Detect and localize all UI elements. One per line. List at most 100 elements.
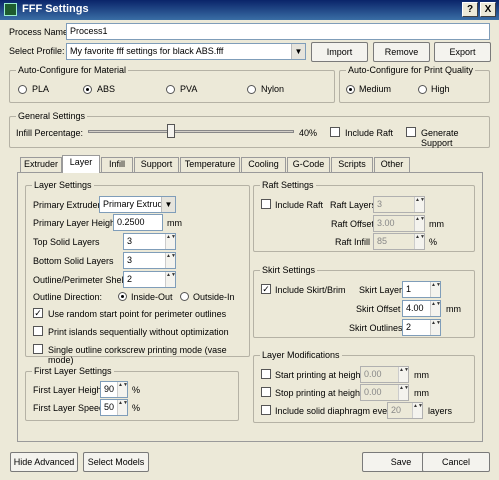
diaphragm-checkbox[interactable]: [261, 405, 271, 415]
spinner-arrows-icon[interactable]: ▲▼: [414, 234, 424, 249]
radio-outside-in[interactable]: [180, 292, 189, 301]
layer-tab-pane: Layer Settings Primary Extruder Primary …: [17, 172, 483, 442]
include-skirt-checkbox[interactable]: ✓: [261, 284, 271, 294]
outline-shells-value: 2: [127, 274, 133, 284]
layer-settings-group: Layer Settings Primary Extruder Primary …: [25, 180, 250, 365]
app-icon: [4, 3, 17, 16]
skirt-offset-label: Skirt Offset: [356, 304, 401, 314]
skirt-outlines-label: Skirt Outlines: [349, 323, 403, 333]
radio-abs[interactable]: [83, 85, 92, 94]
spinner-arrows-icon[interactable]: ▲▼: [430, 320, 440, 335]
infill-slider-thumb[interactable]: [167, 124, 175, 138]
raft-infill-input[interactable]: 85 ▲▼: [373, 233, 425, 250]
spinner-arrows-icon[interactable]: ▲▼: [414, 216, 424, 231]
spinner-arrows-icon[interactable]: ▲▼: [414, 197, 424, 212]
radio-pla[interactable]: [18, 85, 27, 94]
outline-shells-input[interactable]: 2 ▲▼: [123, 271, 176, 288]
select-models-button[interactable]: Select Models: [83, 452, 149, 472]
start-height-value: 0.00: [364, 369, 382, 379]
cancel-button[interactable]: Cancel: [422, 452, 490, 472]
first-layer-speed-value: 50: [104, 402, 115, 412]
spinner-arrows-icon[interactable]: ▲▼: [117, 382, 127, 397]
radio-high-label: High: [431, 84, 450, 94]
start-height-input[interactable]: 0.00 ▲▼: [360, 366, 409, 383]
spinner-arrows-icon[interactable]: ▲▼: [412, 403, 422, 418]
raft-offset-input[interactable]: 3.00 ▲▼: [373, 215, 425, 232]
vase-mode-checkbox[interactable]: [33, 344, 43, 354]
diaphragm-input[interactable]: 20 ▲▼: [387, 402, 423, 419]
hide-advanced-button[interactable]: Hide Advanced: [10, 452, 78, 472]
tab-infill[interactable]: Infill: [101, 157, 133, 172]
help-button[interactable]: ?: [462, 2, 478, 17]
select-profile-label: Select Profile:: [9, 46, 65, 56]
generate-support-checkbox[interactable]: [406, 127, 416, 137]
tab-cooling[interactable]: Cooling: [241, 157, 286, 172]
raft-offset-label: Raft Offset: [331, 219, 374, 229]
primary-extruder-select[interactable]: Primary Extruder ▼: [99, 196, 176, 213]
skirt-offset-input[interactable]: 4.00 ▲▼: [402, 300, 441, 317]
chevron-down-icon: ▼: [161, 197, 175, 212]
tab-temperature[interactable]: Temperature: [180, 157, 240, 172]
raft-offset-unit: mm: [429, 219, 444, 229]
import-button[interactable]: Import: [311, 42, 368, 62]
tab-support[interactable]: Support: [134, 157, 179, 172]
first-layer-height-value: 90: [104, 384, 115, 394]
radio-high[interactable]: [418, 85, 427, 94]
primary-layer-height-unit: mm: [167, 218, 182, 228]
bottom-solid-layers-input[interactable]: 3 ▲▼: [123, 252, 176, 269]
random-start-checkbox[interactable]: ✓: [33, 308, 43, 318]
stop-height-input[interactable]: 0.00 ▲▼: [360, 384, 409, 401]
top-solid-layers-value: 3: [127, 236, 133, 246]
include-raft-checkbox[interactable]: [330, 127, 340, 137]
raft-offset-value: 3.00: [377, 218, 395, 228]
outline-direction-label: Outline Direction:: [33, 292, 103, 302]
infill-slider-track[interactable]: [88, 130, 294, 133]
tab-extruder[interactable]: Extruder: [20, 157, 62, 172]
spinner-arrows-icon[interactable]: ▲▼: [398, 367, 408, 382]
spinner-arrows-icon[interactable]: ▲▼: [165, 253, 175, 268]
vase-mode-label: Single outline corkscrew printing mode (…: [48, 345, 227, 365]
top-solid-layers-input[interactable]: 3 ▲▼: [123, 233, 176, 250]
tab-scripts[interactable]: Scripts: [331, 157, 373, 172]
export-button[interactable]: Export: [434, 42, 491, 62]
chevron-down-icon: ▼: [291, 44, 305, 59]
first-layer-height-input[interactable]: 90 ▲▼: [100, 381, 128, 398]
print-islands-checkbox[interactable]: [33, 326, 43, 336]
stop-height-checkbox[interactable]: [261, 387, 271, 397]
bottom-solid-layers-value: 3: [127, 255, 133, 265]
tab-gcode[interactable]: G-Code: [287, 157, 330, 172]
radio-nylon[interactable]: [247, 85, 256, 94]
primary-extruder-label: Primary Extruder: [33, 200, 101, 210]
first-layer-speed-input[interactable]: 50 ▲▼: [100, 399, 128, 416]
spinner-arrows-icon[interactable]: ▲▼: [398, 385, 408, 400]
radio-medium[interactable]: [346, 85, 355, 94]
stop-height-unit: mm: [414, 388, 429, 398]
start-height-checkbox[interactable]: [261, 369, 271, 379]
process-name-input[interactable]: Process1: [66, 23, 490, 40]
radio-pva[interactable]: [166, 85, 175, 94]
skirt-offset-value: 4.00: [406, 303, 424, 313]
tab-layer[interactable]: Layer: [62, 155, 100, 173]
skirt-layers-input[interactable]: 1 ▲▼: [402, 281, 441, 298]
first-layer-speed-unit: %: [132, 403, 141, 413]
include-raft-checkbox-tab[interactable]: [261, 199, 271, 209]
tab-other[interactable]: Other: [374, 157, 410, 172]
spinner-arrows-icon[interactable]: ▲▼: [117, 400, 127, 415]
close-button[interactable]: X: [480, 2, 496, 17]
material-group-title: Auto-Configure for Material: [16, 65, 129, 76]
spinner-arrows-icon[interactable]: ▲▼: [430, 301, 440, 316]
radio-inside-out[interactable]: [118, 292, 127, 301]
skirt-settings-title: Skirt Settings: [260, 265, 318, 276]
window-title: FFF Settings: [22, 3, 89, 15]
primary-layer-height-input[interactable]: 0.2500: [113, 214, 163, 231]
spinner-arrows-icon[interactable]: ▲▼: [165, 272, 175, 287]
layer-settings-title: Layer Settings: [32, 180, 94, 191]
print-islands-label: Print islands sequentially without optim…: [48, 327, 229, 337]
remove-button[interactable]: Remove: [373, 42, 430, 62]
skirt-outlines-input[interactable]: 2 ▲▼: [402, 319, 441, 336]
raft-layers-input[interactable]: 3 ▲▼: [373, 196, 425, 213]
spinner-arrows-icon[interactable]: ▲▼: [165, 234, 175, 249]
first-layer-group: First Layer Settings First Layer Height …: [25, 366, 239, 421]
spinner-arrows-icon[interactable]: ▲▼: [430, 282, 440, 297]
profile-select[interactable]: My favorite fff settings for black ABS.f…: [66, 43, 306, 60]
